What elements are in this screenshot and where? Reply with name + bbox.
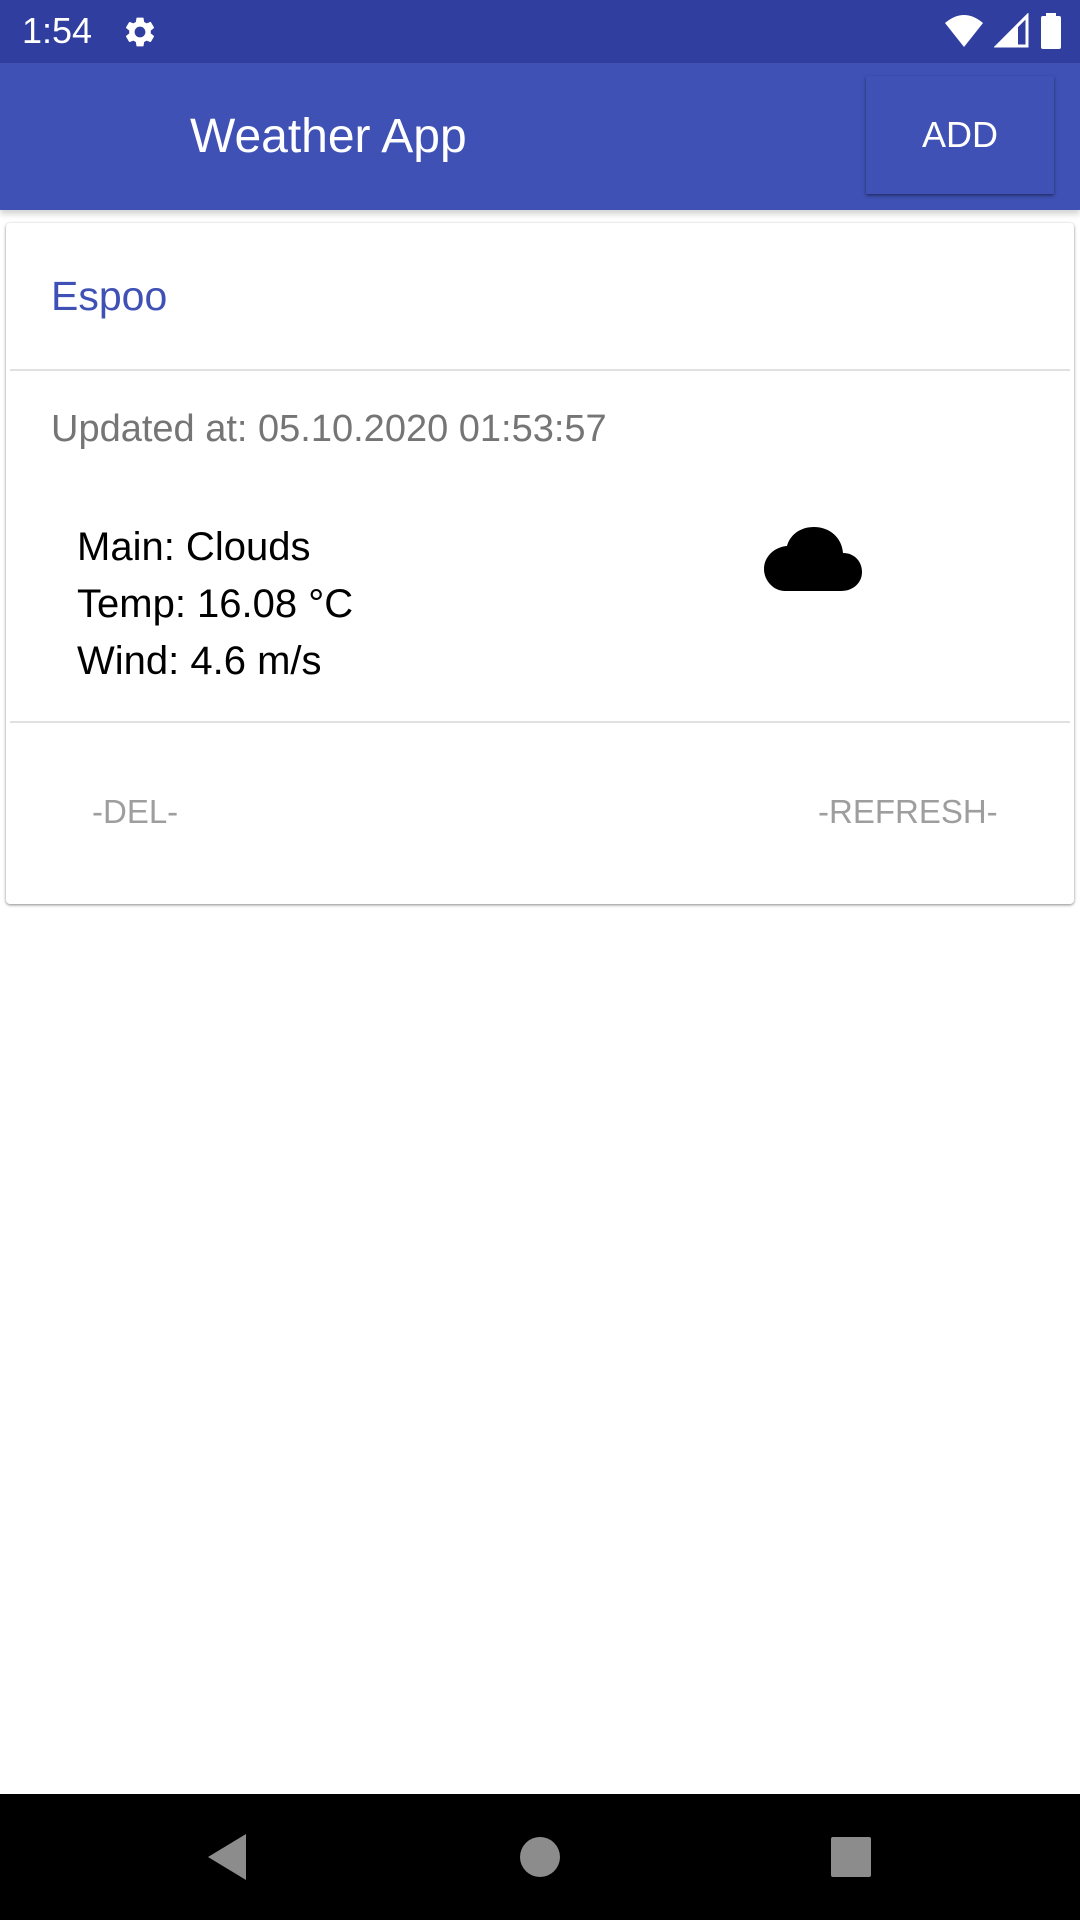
delete-button[interactable]: -DEL- (92, 793, 178, 831)
card-divider-top (10, 369, 1070, 371)
recents-icon[interactable] (818, 1824, 884, 1890)
wind-text: Wind: 4.6 m/s (77, 639, 322, 683)
add-button[interactable]: ADD (866, 76, 1054, 194)
status-time: 1:54 (22, 10, 93, 51)
signal-icon (994, 13, 1029, 48)
status-icons (944, 13, 1062, 49)
city-name: Espoo (51, 273, 168, 319)
battery-icon (1041, 13, 1061, 49)
city-weather-card: Espoo Updated at: 05.10.2020 01:53:57 Ma… (6, 223, 1074, 904)
card-divider-bottom (10, 721, 1070, 723)
wifi-icon (945, 15, 983, 47)
status-bar: 1:54 (0, 0, 1080, 63)
app-bar: Weather App ADD (0, 63, 1080, 210)
home-icon[interactable] (507, 1824, 573, 1890)
app-title: Weather App (190, 110, 467, 163)
back-icon[interactable] (196, 1824, 262, 1890)
cloud-icon (764, 527, 862, 591)
refresh-button[interactable]: -REFRESH- (818, 793, 998, 831)
main-condition-text: Main: Clouds (77, 525, 311, 569)
updated-at-text: Updated at: 05.10.2020 01:53:57 (51, 408, 607, 450)
gear-icon (125, 17, 155, 47)
navigation-bar (0, 1794, 1080, 1920)
temperature-text: Temp: 16.08 °C (77, 582, 354, 626)
